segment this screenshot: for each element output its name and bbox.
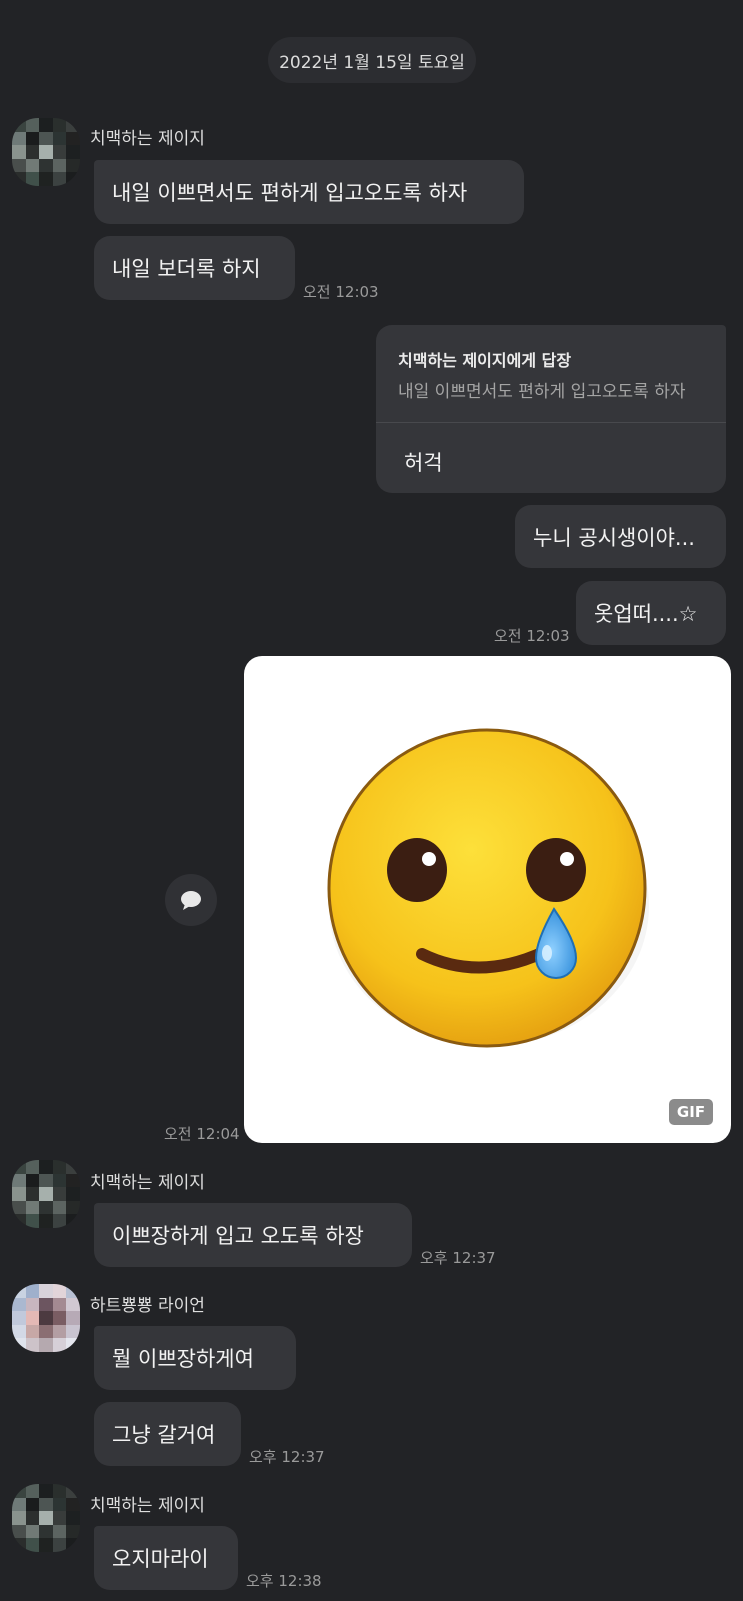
- avatar[interactable]: [12, 118, 80, 186]
- message-time: 오후 12:37: [249, 1448, 325, 1466]
- sender-name: 치맥하는 제이지: [90, 1173, 205, 1193]
- sender-name: 치맥하는 제이지: [90, 129, 205, 149]
- avatar[interactable]: [12, 1484, 80, 1552]
- avatar[interactable]: [12, 1160, 80, 1228]
- gif-badge: GIF: [669, 1099, 713, 1125]
- gif-message[interactable]: GIF: [244, 656, 731, 1143]
- avatar[interactable]: [12, 1284, 80, 1352]
- date-divider: 2022년 1월 15일 토요일: [268, 37, 476, 83]
- message-bubble[interactable]: 내일 보더록 하지: [94, 236, 295, 300]
- reply-header: 치맥하는 제이지에게 답장: [398, 351, 572, 370]
- message-bubble[interactable]: 그냥 갈거여: [94, 1402, 241, 1466]
- reply-text: 허걱: [404, 451, 443, 475]
- reply-divider: [376, 422, 726, 423]
- message-time: 오전 12:04: [164, 1125, 240, 1143]
- message-time: 오후 12:37: [420, 1249, 496, 1267]
- comment-bubble-icon: [181, 891, 201, 910]
- reply-quote[interactable]: 내일 이쁘면서도 편하게 입고오도록 하자: [398, 377, 686, 402]
- message-time: 오전 12:03: [494, 627, 570, 645]
- sender-name: 하트뿅뿅 라이언: [90, 1296, 205, 1316]
- message-time: 오전 12:03: [303, 283, 379, 301]
- message-bubble[interactable]: 뭘 이쁘장하게여: [94, 1326, 296, 1390]
- message-bubble[interactable]: 옷업떠....☆: [576, 581, 726, 645]
- message-bubble[interactable]: 오지마라이: [94, 1526, 238, 1590]
- reply-message-bubble[interactable]: 치맥하는 제이지에게 답장 내일 이쁘면서도 편하게 입고오도록 하자 허걱: [376, 325, 726, 493]
- message-bubble[interactable]: 내일 이쁘면서도 편하게 입고오도록 하자: [94, 160, 524, 224]
- message-time: 오후 12:38: [246, 1572, 322, 1590]
- sender-name: 치맥하는 제이지: [90, 1496, 205, 1516]
- smiling-face-with-tear-icon: [327, 728, 649, 1048]
- message-bubble[interactable]: 이쁘장하게 입고 오도록 하장: [94, 1203, 412, 1267]
- message-bubble[interactable]: 누니 공시생이야...: [515, 505, 726, 568]
- comment-button[interactable]: [165, 874, 217, 926]
